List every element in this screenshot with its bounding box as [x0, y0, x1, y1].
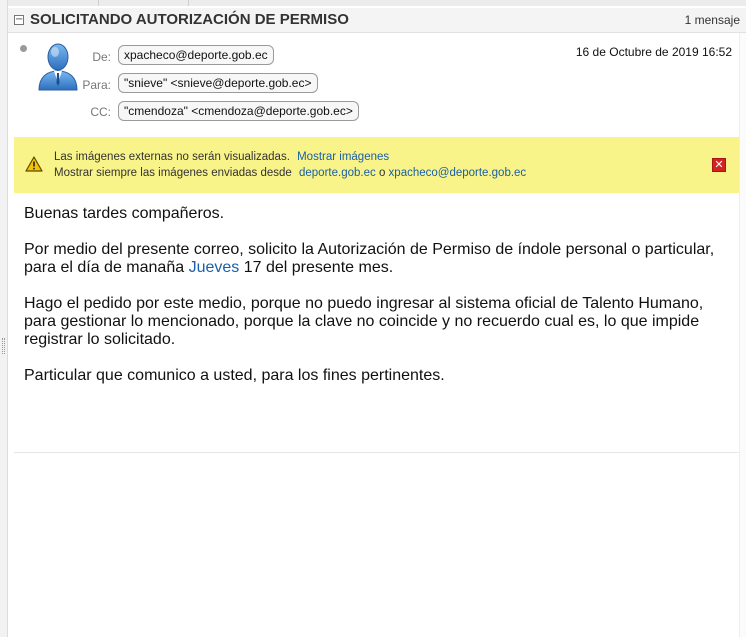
- vertical-scrollbar[interactable]: [739, 33, 746, 637]
- cc-label: CC:: [90, 105, 111, 119]
- message-body: Buenas tardes compañeros. Por medio del …: [24, 205, 724, 403]
- from-address-chip[interactable]: xpacheco@deporte.gob.ec: [118, 45, 274, 65]
- or-text: o: [378, 167, 386, 179]
- to-address-chip[interactable]: "snieve" <snieve@deporte.gob.ec>: [118, 73, 318, 93]
- message-date: 16 de Octubre de 2019 16:52: [575, 45, 732, 59]
- collapse-thread-icon[interactable]: −: [14, 15, 24, 25]
- warning-text: Las imágenes externas no serán visualiza…: [54, 151, 290, 163]
- show-images-link[interactable]: Mostrar imágenes: [297, 151, 389, 163]
- pane-resize-grip[interactable]: [2, 338, 5, 354]
- body-greeting: Buenas tardes compañeros.: [24, 205, 225, 222]
- body-paragraph-closing: Particular que comunico a usted, para lo…: [24, 367, 445, 384]
- trust-sender-link[interactable]: xpacheco@deporte.gob.ec: [389, 167, 527, 179]
- message-separator: [14, 452, 739, 453]
- always-show-text: Mostrar siempre las imágenes enviadas de…: [54, 167, 292, 179]
- date-link-jueves[interactable]: Jueves: [189, 259, 240, 276]
- cc-address-chip[interactable]: "cmendoza" <cmendoza@deporte.gob.ec>: [118, 101, 359, 121]
- thread-subject: SOLICITANDO AUTORIZACIÓN DE PERMISO: [30, 11, 349, 28]
- thread-message-count: 1 mensaje: [684, 13, 740, 27]
- top-toolbar-strip: [8, 0, 746, 6]
- close-warning-icon[interactable]: ✕: [712, 158, 726, 172]
- unread-dot-icon[interactable]: [20, 45, 27, 52]
- warning-triangle-icon: [25, 156, 43, 172]
- body-paragraph-request: Por medio del presente correo, solicito …: [24, 241, 724, 277]
- body-request-text-end: 17 del presente mes.: [243, 259, 394, 276]
- from-label: De:: [92, 50, 111, 64]
- thread-header: − SOLICITANDO AUTORIZACIÓN DE PERMISO 1 …: [8, 8, 746, 33]
- warning-line-1: Las imágenes externas no serán visualiza…: [54, 151, 389, 163]
- to-label: Para:: [82, 78, 111, 92]
- trust-domain-link[interactable]: deporte.gob.ec: [299, 167, 376, 179]
- body-paragraph-reason: Hago el pedido por este medio, porque no…: [24, 295, 704, 348]
- external-images-warning-bar: Las imágenes externas no serán visualiza…: [14, 137, 739, 193]
- left-pane-edge[interactable]: [0, 0, 8, 637]
- warning-line-2: Mostrar siempre las imágenes enviadas de…: [54, 167, 526, 179]
